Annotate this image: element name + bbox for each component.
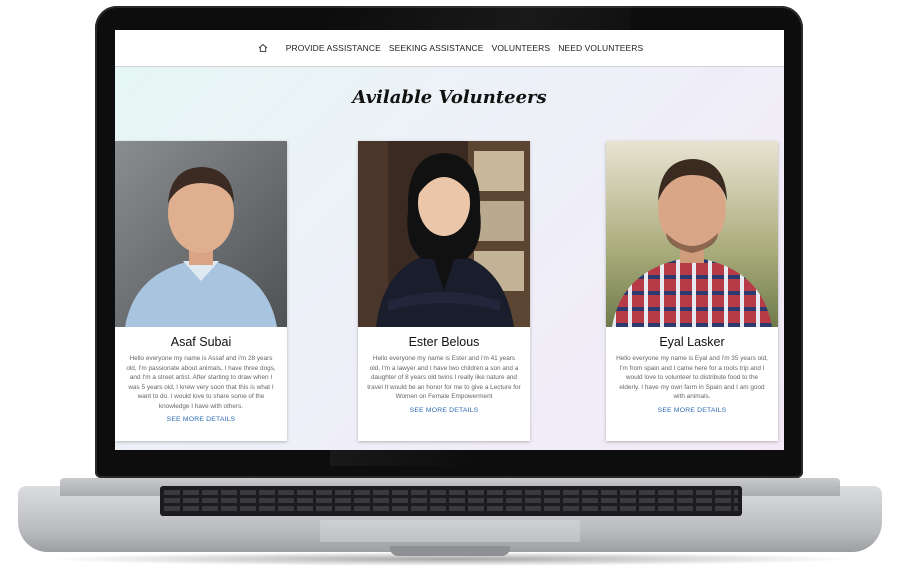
see-more-details-link[interactable]: SEE MORE DETAILS [115,416,287,423]
volunteer-photo [358,141,530,327]
browser-screen: PROVIDE ASSISTANCE SEEKING ASSISTANCE VO… [115,30,784,450]
volunteer-bio: Hello everyone my name is Assaf and i'm … [126,355,276,410]
laptop-trackpad [320,520,580,542]
keyboard-row [164,490,738,495]
volunteer-bio: Hello everyone my name is Ester and i'm … [367,355,521,400]
volunteer-card: Eyal Lasker Hello everyone my name is Ey… [606,141,778,441]
volunteer-bio: Hello everyone my name is Eyal and i'm 3… [616,355,768,400]
nav-seeking-assistance[interactable]: SEEKING ASSISTANCE [389,43,484,53]
volunteer-name: Asaf Subai [170,335,232,349]
laptop-keyboard [160,486,742,516]
keyboard-row [164,498,738,503]
nav-provide-assistance[interactable]: PROVIDE ASSISTANCE [286,43,381,53]
top-nav: PROVIDE ASSISTANCE SEEKING ASSISTANCE VO… [115,30,784,67]
nav-need-volunteers[interactable]: NEED VOLUNTEERS [558,43,643,53]
page-title: Avilable Volunteers [352,87,547,108]
see-more-details-link[interactable]: SEE MORE DETAILS [358,407,530,414]
main-section: Avilable Volunteers Asaf Subai Hello eve… [115,67,784,450]
volunteer-photo [115,141,287,327]
home-icon[interactable] [256,41,270,55]
keyboard-row [164,506,738,511]
volunteer-card: Asaf Subai Hello everyone my name is Ass… [115,141,287,441]
volunteer-card: Ester Belous Hello everyone my name is E… [358,141,530,441]
volunteer-name: Ester Belous [408,335,480,349]
laptop-notch [390,546,510,556]
volunteer-name: Eyal Lasker [659,335,725,349]
nav-volunteers[interactable]: VOLUNTEERS [492,43,551,53]
volunteer-photo [606,141,778,327]
see-more-details-link[interactable]: SEE MORE DETAILS [606,407,778,414]
